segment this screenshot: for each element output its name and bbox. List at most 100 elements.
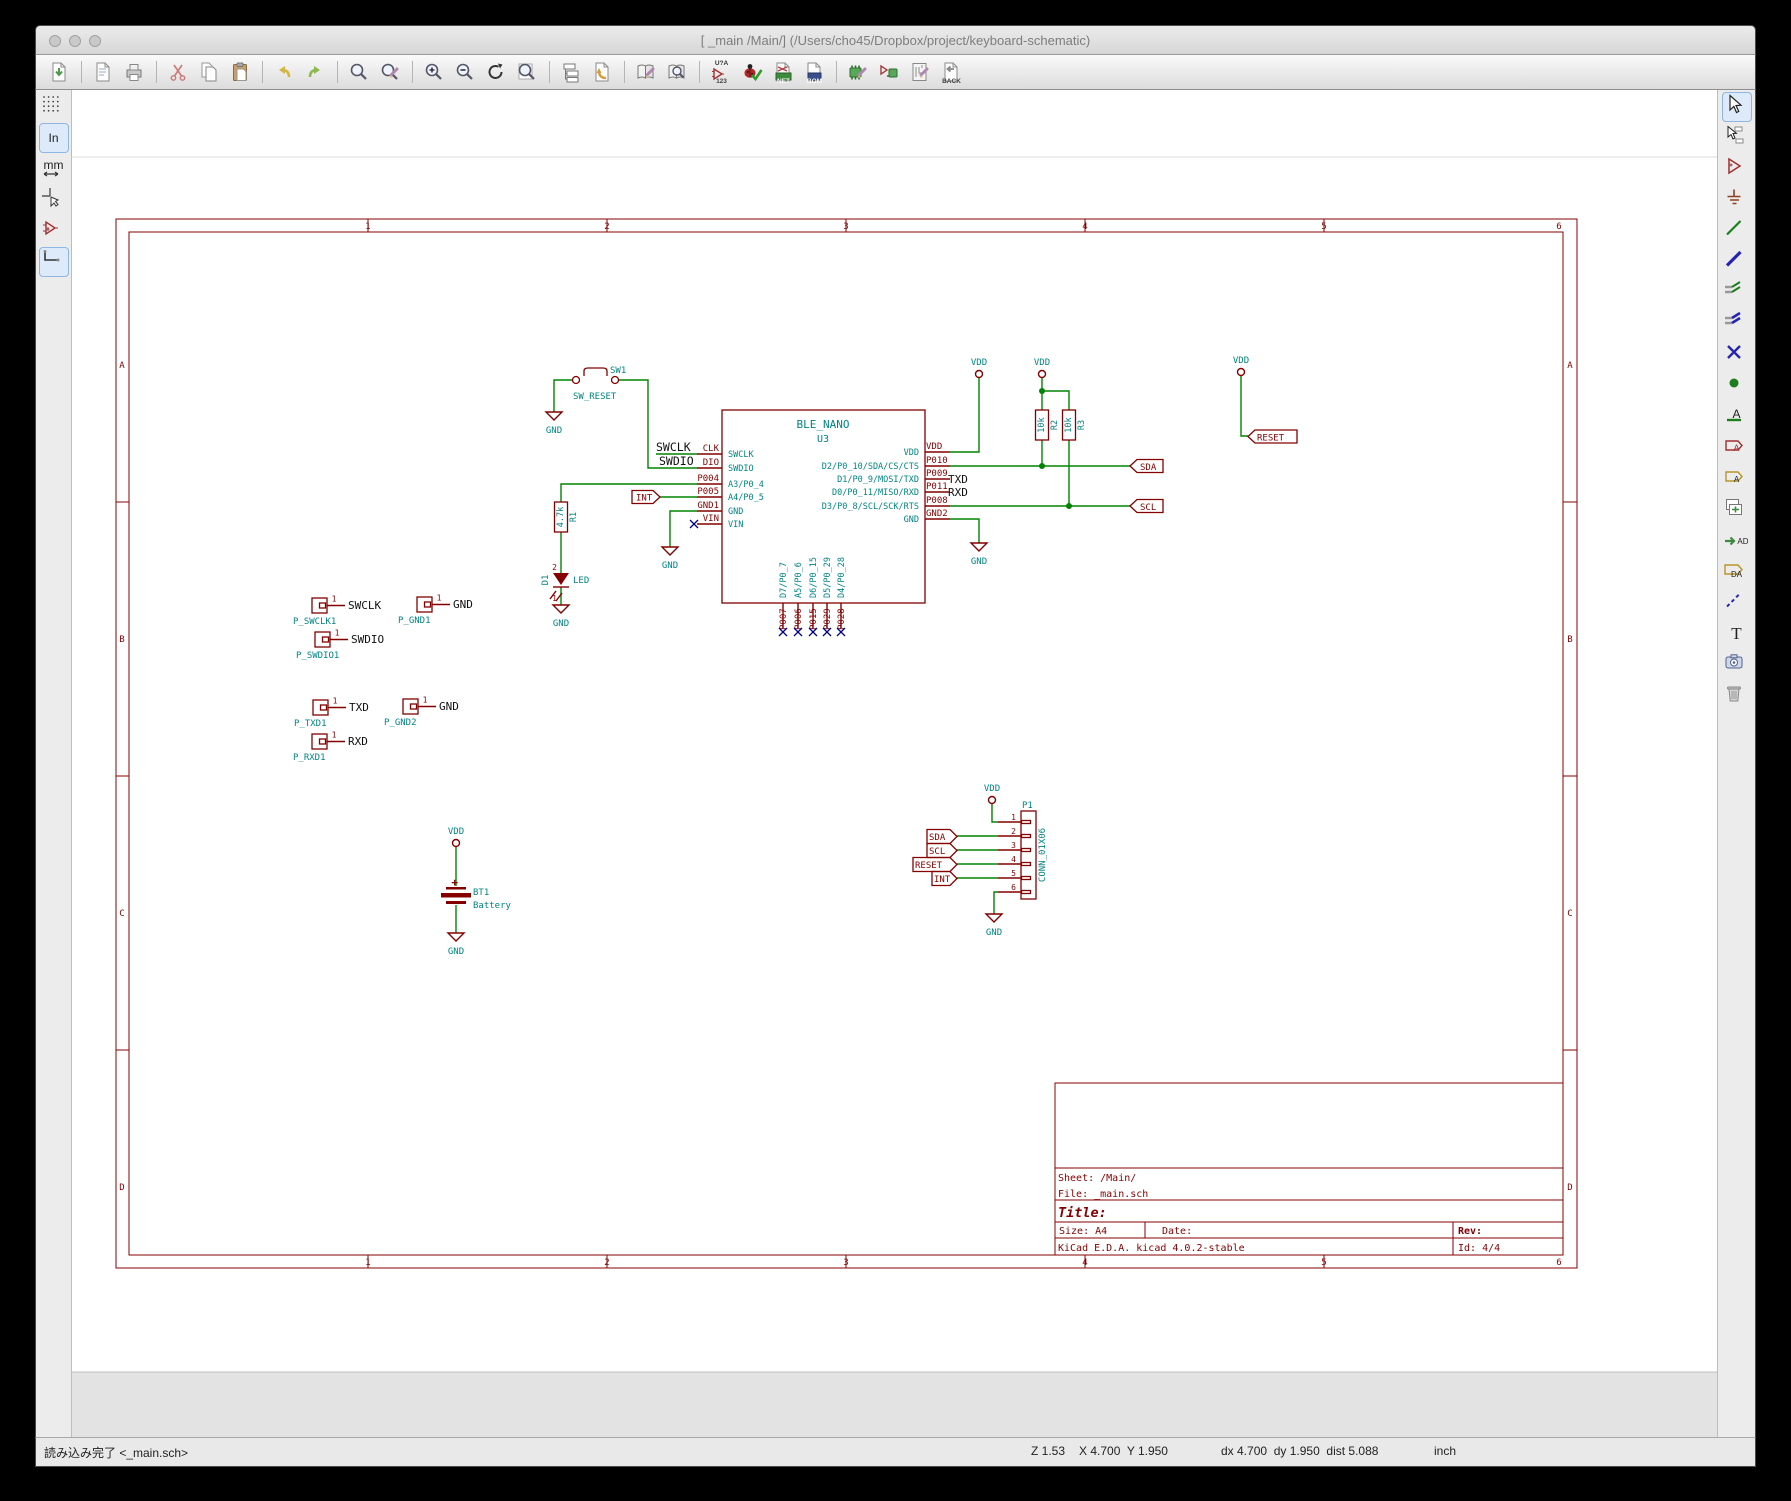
u3-pin-name: A4/P0_5 bbox=[728, 493, 764, 503]
right-tool-place-bus-button[interactable] bbox=[1723, 248, 1751, 276]
right-tool-import-sheet-pin-button[interactable]: AD bbox=[1723, 527, 1751, 555]
toolbar-erc-button[interactable] bbox=[739, 59, 766, 86]
toolbar-library-editor-button[interactable] bbox=[633, 59, 660, 86]
component-u3[interactable]: BLE_NANOU3SWCLKCLKSWDIODIOA3/P0_4P004A4/… bbox=[690, 410, 950, 636]
right-tool-place-hier-label-button[interactable]: A bbox=[1723, 465, 1751, 493]
right-tool-select-tool-button[interactable] bbox=[1723, 93, 1751, 121]
toolbar-cut-button[interactable] bbox=[165, 59, 192, 86]
toolbar-library-browser-button[interactable] bbox=[664, 59, 691, 86]
right-tool-place-net-label-button[interactable]: A bbox=[1723, 403, 1751, 431]
toolbar-back-annotate-button[interactable]: BACK bbox=[938, 59, 965, 86]
global-label-reset[interactable]: RESET bbox=[1248, 430, 1297, 444]
global-label-int[interactable]: INT bbox=[632, 491, 660, 504]
vdd-power-symbol[interactable]: VDD bbox=[971, 358, 987, 378]
gnd-power-symbol[interactable]: GND bbox=[986, 914, 1002, 938]
gnd-label: GND bbox=[986, 928, 1002, 938]
toolbar-leave-sheet-button[interactable] bbox=[589, 59, 616, 86]
component-sw1[interactable]: SW1SW_RESET bbox=[573, 366, 627, 402]
right-tool-wire-to-bus-entry-button[interactable] bbox=[1723, 279, 1751, 307]
pad-net-label: SWDIO bbox=[351, 633, 384, 646]
component-pad-0[interactable]: 1SWCLKP_SWCLK1 bbox=[293, 595, 381, 628]
toolbar-zoom-fit-button[interactable] bbox=[514, 59, 541, 86]
toolbar-netlist-button[interactable]: NET bbox=[770, 59, 797, 86]
global-label-reset-p1[interactable]: RESET bbox=[913, 858, 957, 872]
left-tool-grid-toggle-button[interactable] bbox=[40, 93, 68, 121]
component-r1[interactable]: 4.7kR1 bbox=[555, 502, 580, 532]
global-label-text: RESET bbox=[1257, 434, 1285, 444]
right-tool-bus-to-bus-entry-button[interactable] bbox=[1723, 310, 1751, 338]
component-r2[interactable]: 10kR2 bbox=[1036, 410, 1061, 440]
component-bt1[interactable]: +BT1Battery bbox=[441, 876, 512, 911]
p1-value: CONN_01X06 bbox=[1038, 828, 1048, 882]
component-pad-5[interactable]: 1RXDP_RXD1 bbox=[293, 731, 368, 764]
u3-net-label: VIN bbox=[703, 514, 719, 524]
component-d1[interactable]: D1LED21 bbox=[541, 563, 589, 603]
toolbar-copy-button[interactable] bbox=[196, 59, 223, 86]
global-label-scl[interactable]: SCL bbox=[1130, 500, 1163, 514]
right-tool-delete-item-button[interactable] bbox=[1723, 682, 1751, 710]
component-pad-3[interactable]: 1TXDP_TXD1 bbox=[294, 697, 369, 730]
toolbar-assign-footprints-button[interactable] bbox=[845, 59, 872, 86]
vdd-power-symbol[interactable]: VDD bbox=[984, 784, 1000, 804]
toolbar-run-pcbnew-button[interactable] bbox=[876, 59, 903, 86]
toolbar-zoom-out-button[interactable] bbox=[452, 59, 479, 86]
component-p1[interactable]: P1CONN_01X06123456 bbox=[998, 801, 1048, 899]
gnd-power-symbol[interactable]: GND bbox=[971, 543, 987, 567]
gnd-power-symbol[interactable]: GND bbox=[448, 933, 464, 957]
right-tool-place-text-button[interactable]: T bbox=[1723, 620, 1751, 648]
vdd-power-symbol[interactable]: VDD bbox=[1233, 356, 1249, 376]
right-tool-place-sheet-pin-button[interactable]: DA bbox=[1723, 558, 1751, 586]
component-pad-4[interactable]: 1GNDP_GND2 bbox=[384, 696, 459, 729]
toolbar-redraw-button[interactable] bbox=[483, 59, 510, 86]
toolbar-separator bbox=[156, 61, 157, 83]
left-tool-units-inch-button[interactable]: In bbox=[40, 124, 68, 152]
gnd-power-symbol[interactable]: GND bbox=[662, 547, 678, 571]
toolbar-undo-button[interactable] bbox=[271, 59, 298, 86]
pad-pin-number: 1 bbox=[333, 697, 338, 706]
vdd-power-symbol[interactable]: VDD bbox=[1034, 358, 1050, 378]
toolbar-bom-button[interactable]: BOM bbox=[801, 59, 828, 86]
toolbar-page-settings-button[interactable] bbox=[90, 59, 117, 86]
toolbar-hierarchy-navigator-button[interactable] bbox=[558, 59, 585, 86]
global-label-sda-p1[interactable]: SDA bbox=[927, 830, 957, 844]
component-r3[interactable]: 10kR3 bbox=[1063, 410, 1088, 440]
titleblock-file: File: _main.sch bbox=[1058, 1189, 1148, 1200]
global-label-scl-p1[interactable]: SCL bbox=[927, 844, 957, 858]
toolbar-separator bbox=[624, 61, 625, 83]
toolbar-find-replace-button[interactable] bbox=[377, 59, 404, 86]
toolbar-paste-button[interactable] bbox=[227, 59, 254, 86]
toolbar-annotate-button[interactable]: U?A123 bbox=[708, 59, 735, 86]
toolbar-footprint-doc-button[interactable] bbox=[907, 59, 934, 86]
left-tool-cursor-shape-button[interactable] bbox=[40, 186, 68, 214]
right-tool-place-global-label-button[interactable]: A bbox=[1723, 434, 1751, 462]
u3-net-label: P004 bbox=[697, 474, 719, 484]
gnd-power-symbol[interactable]: GND bbox=[553, 605, 569, 629]
right-tool-place-power-port-button[interactable] bbox=[1723, 186, 1751, 214]
left-tool-ortho-wire-mode-button[interactable] bbox=[40, 248, 68, 276]
sheet-column-label: 1 bbox=[365, 222, 370, 232]
toolbar-redo-button[interactable] bbox=[302, 59, 329, 86]
toolbar-zoom-in-button[interactable] bbox=[421, 59, 448, 86]
sheet-row-label: A bbox=[1567, 361, 1573, 371]
right-tool-place-junction-button[interactable] bbox=[1723, 372, 1751, 400]
right-tool-place-image-button[interactable] bbox=[1723, 651, 1751, 679]
schematic-canvas[interactable]: 112233445566AABBCCDDSheet: /Main/File: _… bbox=[72, 90, 1717, 1437]
right-tool-highlight-net-button[interactable] bbox=[1723, 124, 1751, 152]
global-label-int-p1[interactable]: INT bbox=[932, 872, 957, 886]
u3-net-label: P015 bbox=[809, 608, 819, 630]
component-pad-2[interactable]: 1SWDIOP_SWDIO1 bbox=[296, 629, 384, 662]
right-tool-place-hier-sheet-button[interactable] bbox=[1723, 496, 1751, 524]
toolbar-find-button[interactable] bbox=[346, 59, 373, 86]
right-tool-place-component-button[interactable] bbox=[1723, 155, 1751, 183]
vdd-power-symbol[interactable]: VDD bbox=[448, 827, 464, 847]
left-tool-hidden-pins-button[interactable] bbox=[40, 217, 68, 245]
right-tool-no-connect-flag-button[interactable] bbox=[1723, 341, 1751, 369]
toolbar-save-button[interactable] bbox=[46, 59, 73, 86]
toolbar-print-button[interactable] bbox=[121, 59, 148, 86]
left-tool-units-mm-button[interactable]: mm bbox=[40, 155, 68, 183]
global-label-sda[interactable]: SDA bbox=[1130, 460, 1163, 474]
right-tool-place-line-button[interactable] bbox=[1723, 589, 1751, 617]
right-tool-place-wire-button[interactable] bbox=[1723, 217, 1751, 245]
component-pad-1[interactable]: 1GNDP_GND1 bbox=[398, 594, 473, 627]
gnd-power-symbol[interactable]: GND bbox=[546, 412, 562, 436]
